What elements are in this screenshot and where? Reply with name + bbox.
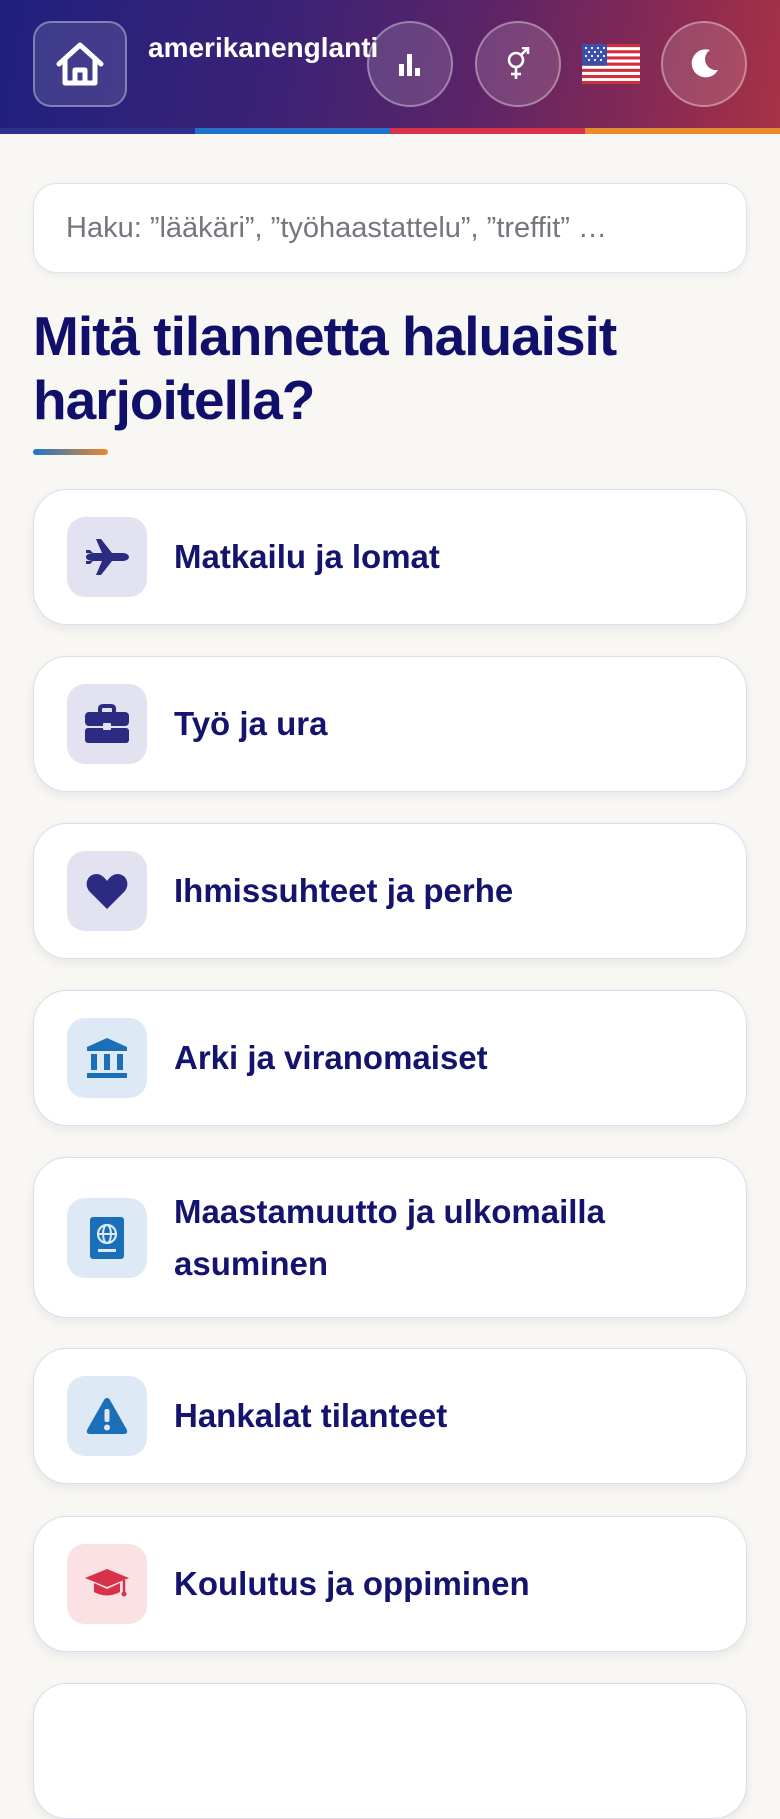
stats-button[interactable] [367,21,453,107]
airplane-icon [86,539,129,575]
theme-toggle-button[interactable] [661,21,747,107]
header-stripe [195,128,390,134]
home-icon [56,42,104,86]
heading-underline [33,449,108,455]
home-button[interactable] [33,21,127,107]
search-input[interactable] [33,183,747,273]
app-title: amerikanenglanti roolipeli [148,32,388,63]
category-icon-tile [67,684,147,764]
app-header: amerikanenglanti roolipeli [0,0,780,128]
category-icon-tile [67,1197,147,1278]
passport-icon [90,1216,124,1259]
category-label: Koulutus ja oppiminen [174,1565,530,1602]
category-icon-tile [67,1544,147,1624]
category-icon-tile [67,517,147,597]
category-card-education[interactable]: Koulutus ja oppiminen [33,1516,747,1652]
category-label: Hankalat tilanteet [174,1397,448,1434]
category-card-travel[interactable]: Matkailu ja lomat [33,489,747,625]
bank-icon [87,1038,127,1078]
graduation-cap-icon [85,1569,129,1597]
header-stripe [390,128,585,134]
category-label: Maastamuutto ja ulkomailla asuminen [174,1192,605,1282]
category-icon-tile [67,1376,147,1456]
gender-icon [507,47,530,79]
header-stripe [585,128,780,134]
briefcase-icon [85,704,129,743]
language-flag-button[interactable] [580,36,642,92]
category-card-difficult[interactable]: Hankalat tilanteet [33,1348,747,1484]
category-icon-tile [67,851,147,931]
gender-button[interactable] [475,21,561,107]
us-flag-icon [582,44,640,84]
category-label: Ihmissuhteet ja perhe [174,872,514,909]
category-label: Matkailu ja lomat [174,538,440,575]
heart-icon [86,874,128,909]
header-stripe [0,128,195,134]
category-label: Työ ja ura [174,705,328,742]
category-card-immigration[interactable]: Maastamuutto ja ulkomailla asuminen [33,1157,747,1318]
warning-icon [86,1398,128,1434]
category-card-work[interactable]: Työ ja ura [33,656,747,792]
category-icon-tile [67,1018,147,1098]
category-card-next[interactable] [33,1683,747,1819]
category-card-relationships[interactable]: Ihmissuhteet ja perhe [33,823,747,959]
category-label: Arki ja viranomaiset [174,1039,488,1076]
page-heading: Mitä tilannetta haluaisit harjoitella? [33,305,617,431]
moon-icon [691,49,718,78]
bar-chart-icon [399,54,420,76]
category-card-everyday[interactable]: Arki ja viranomaiset [33,990,747,1126]
